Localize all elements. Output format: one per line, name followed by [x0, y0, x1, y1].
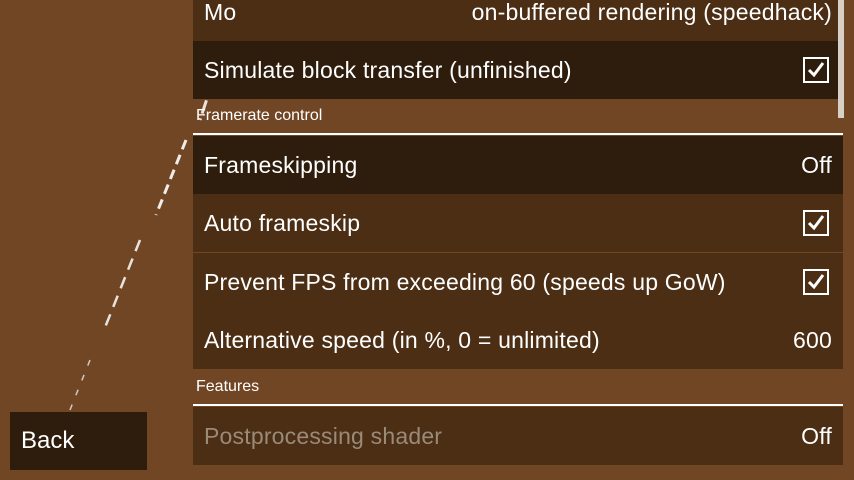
- setting-row-postprocessing-shader[interactable]: Postprocessing shader Off: [193, 407, 843, 465]
- section-title: Features: [196, 378, 260, 395]
- scrollbar[interactable]: [838, 0, 844, 118]
- setting-label: Auto frameskip: [204, 209, 361, 236]
- setting-label: Frameskipping: [204, 151, 358, 178]
- setting-row-simulate-block-transfer[interactable]: Simulate block transfer (unfinished): [193, 41, 843, 99]
- settings-list: Mo on-buffered rendering (speedhack) Sim…: [193, 0, 843, 480]
- setting-row-auto-frameskip[interactable]: Auto frameskip: [193, 194, 843, 252]
- checkbox-checked-icon[interactable]: [803, 269, 829, 295]
- setting-row-alternative-speed[interactable]: Alternative speed (in %, 0 = unlimited) …: [193, 311, 843, 369]
- setting-label: Simulate block transfer (unfinished): [204, 56, 572, 83]
- back-button-label: Back: [21, 427, 75, 454]
- checkbox-checked-icon[interactable]: [803, 57, 829, 83]
- setting-row-frameskipping[interactable]: Frameskipping Off: [193, 136, 843, 194]
- setting-label: Mo: [204, 0, 237, 25]
- back-button[interactable]: Back: [10, 412, 147, 470]
- section-header-features: Features: [193, 370, 843, 406]
- setting-label: Postprocessing shader: [204, 422, 443, 449]
- section-title: Framerate control: [196, 107, 323, 124]
- setting-value: Off: [801, 151, 832, 178]
- setting-row-prevent-fps[interactable]: Prevent FPS from exceeding 60 (speeds up…: [193, 253, 843, 311]
- setting-label: Prevent FPS from exceeding 60 (speeds up…: [204, 268, 726, 295]
- setting-value: 600: [793, 326, 832, 353]
- setting-label: Alternative speed (in %, 0 = unlimited): [204, 326, 600, 353]
- setting-value: Off: [801, 422, 832, 449]
- section-header-framerate-control: Framerate control: [193, 99, 843, 135]
- setting-row-rendering-mode[interactable]: Mo on-buffered rendering (speedhack): [193, 0, 843, 41]
- checkbox-checked-icon[interactable]: [803, 210, 829, 236]
- setting-value: on-buffered rendering (speedhack): [471, 0, 832, 25]
